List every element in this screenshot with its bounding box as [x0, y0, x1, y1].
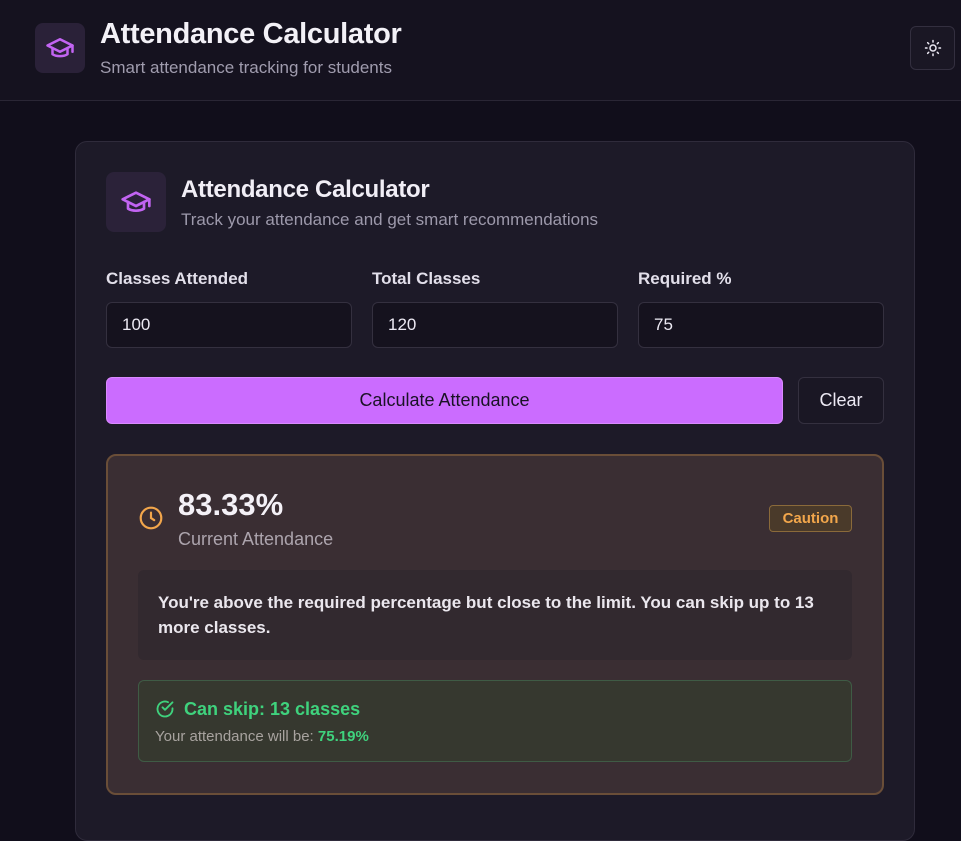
graduation-cap-icon: [121, 191, 151, 212]
recommendation-message: You're above the required percentage but…: [138, 570, 852, 660]
app-subtitle: Smart attendance tracking for students: [100, 58, 392, 77]
card-logo: [106, 172, 166, 232]
projected-attendance-prefix: Your attendance will be:: [155, 728, 314, 745]
projected-attendance-text: Your attendance will be: 75.19%: [155, 728, 369, 745]
sun-icon: [924, 39, 941, 57]
projected-attendance-value: 75.19%: [317, 728, 369, 745]
check-circle-icon: [156, 700, 174, 718]
classes-attended-label: Classes Attended: [106, 269, 249, 288]
card-title: Attendance Calculator: [181, 176, 430, 203]
app-logo: [35, 23, 85, 73]
card-subtitle: Track your attendance and get smart reco…: [181, 210, 599, 229]
classes-attended-input[interactable]: [106, 302, 352, 348]
attendance-percentage-label: Current Attendance: [178, 529, 334, 549]
theme-toggle-button[interactable]: [910, 26, 955, 70]
clock-icon: [139, 506, 163, 530]
total-classes-input[interactable]: [372, 302, 618, 348]
top-bar: Attendance Calculator Smart attendance t…: [0, 0, 961, 101]
graduation-cap-icon: [46, 38, 74, 58]
result-panel: 83.33% Current Attendance Caution You're…: [106, 454, 884, 795]
calculator-card: Attendance Calculator Track your attenda…: [75, 141, 915, 841]
calculate-attendance-button[interactable]: Calculate Attendance: [106, 377, 783, 424]
required-percent-label: Required %: [638, 269, 732, 288]
attendance-percentage: 83.33%: [178, 487, 284, 522]
can-skip-title: Can skip: 13 classes: [184, 699, 361, 719]
required-percent-input[interactable]: [638, 302, 884, 348]
clear-button[interactable]: Clear: [798, 377, 884, 424]
app-title: Attendance Calculator: [100, 18, 402, 50]
total-classes-label: Total Classes: [372, 269, 481, 288]
status-badge: Caution: [769, 505, 852, 532]
skip-info-box: Can skip: 13 classes Your attendance wil…: [138, 680, 852, 762]
